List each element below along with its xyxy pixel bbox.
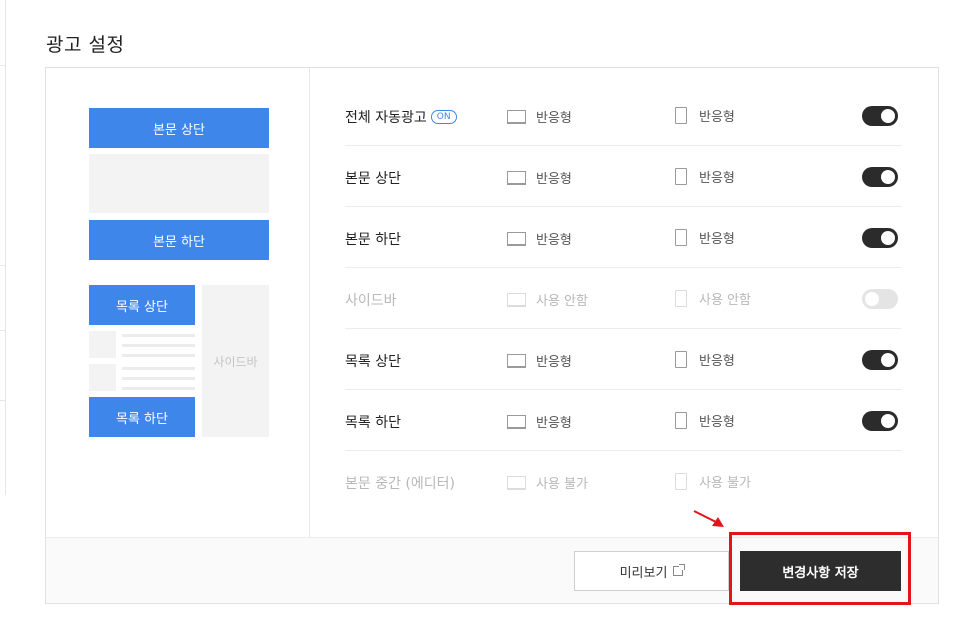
toggle-switch[interactable] — [862, 411, 898, 431]
ad-row-auto: 전체 자동광고 ON 반응형 반응형 — [345, 85, 901, 146]
row-label: 사이드바 — [345, 293, 397, 309]
ad-settings-panel: 본문 상단 본문 하단 목록 상단 목록 하단 사이드바 전체 자동광고 ON … — [45, 67, 939, 604]
row-label: 본문 상단 — [345, 171, 401, 187]
left-edge-divider — [0, 0, 6, 495]
external-link-icon — [673, 564, 686, 576]
phone-icon — [675, 168, 687, 185]
preview-list-line — [122, 334, 195, 337]
mobile-setting[interactable]: 반응형 — [675, 228, 735, 247]
preview-body-top[interactable]: 본문 상단 — [89, 108, 269, 148]
monitor-icon — [507, 231, 526, 246]
phone-icon — [675, 107, 687, 124]
row-label: 목록 상단 — [345, 354, 401, 370]
pc-setting: 사용 불가 — [507, 473, 588, 492]
preview-list-line — [122, 367, 195, 370]
pc-setting[interactable]: 반응형 — [507, 168, 572, 187]
toggle-switch[interactable] — [862, 106, 898, 126]
mobile-setting: 사용 불가 — [675, 472, 751, 491]
row-label: 목록 하단 — [345, 415, 401, 431]
phone-icon — [675, 290, 687, 307]
preview-sidebar: 사이드바 — [202, 285, 269, 437]
preview-list-bottom[interactable]: 목록 하단 — [89, 397, 195, 437]
pc-setting: 사용 안함 — [507, 290, 588, 309]
phone-icon — [675, 229, 687, 246]
monitor-icon — [507, 170, 526, 185]
ad-row-list-top: 목록 상단 반응형 반응형 — [345, 329, 901, 390]
ad-row-body-bottom: 본문 하단 반응형 반응형 — [345, 207, 901, 268]
preview-body-content — [89, 154, 269, 213]
preview-list-thumb — [89, 331, 116, 358]
preview-list-line — [122, 344, 195, 347]
monitor-icon — [507, 475, 526, 490]
pc-setting[interactable]: 반응형 — [507, 412, 572, 431]
phone-icon — [675, 351, 687, 368]
mobile-setting[interactable]: 반응형 — [675, 411, 735, 430]
row-label: 본문 하단 — [345, 232, 401, 248]
preview-list-top[interactable]: 목록 상단 — [89, 285, 195, 325]
ad-row-body-top: 본문 상단 반응형 반응형 — [345, 146, 901, 207]
mobile-setting[interactable]: 반응형 — [675, 106, 735, 125]
monitor-icon — [507, 414, 526, 429]
ad-row-list-bottom: 목록 하단 반응형 반응형 — [345, 390, 901, 451]
row-label: 본문 중간 (에디터) — [345, 476, 455, 492]
ad-row-sidebar: 사이드바 사용 안함 사용 안함 — [345, 268, 901, 329]
ad-slot-list: 전체 자동광고 ON 반응형 반응형 본문 상단 반응형 반응형 본문 하단 반… — [345, 85, 901, 512]
preview-list-line — [122, 387, 195, 390]
monitor-icon — [507, 109, 526, 124]
mobile-setting[interactable]: 반응형 — [675, 350, 735, 369]
pc-setting[interactable]: 반응형 — [507, 351, 572, 370]
highlight-box — [729, 532, 911, 605]
ad-row-editor: 본문 중간 (에디터) 사용 불가 사용 불가 — [345, 451, 901, 512]
layout-preview: 본문 상단 본문 하단 목록 상단 목록 하단 사이드바 — [46, 68, 310, 537]
on-badge: ON — [430, 110, 457, 124]
phone-icon — [675, 412, 687, 429]
arrow-icon — [693, 510, 724, 527]
phone-icon — [675, 473, 687, 490]
preview-button[interactable]: 미리보기 — [574, 551, 729, 591]
preview-list-line — [122, 354, 195, 357]
mobile-setting: 사용 안함 — [675, 289, 751, 308]
monitor-icon — [507, 292, 526, 307]
toggle-switch[interactable] — [862, 350, 898, 370]
row-label: 전체 자동광고 — [345, 110, 427, 126]
toggle-switch[interactable] — [862, 289, 898, 309]
pc-setting[interactable]: 반응형 — [507, 107, 572, 126]
mobile-setting[interactable]: 반응형 — [675, 167, 735, 186]
preview-list-line — [122, 377, 195, 380]
section-title: 광고 설정 — [46, 34, 125, 56]
pc-setting[interactable]: 반응형 — [507, 229, 572, 248]
preview-body-bottom[interactable]: 본문 하단 — [89, 220, 269, 260]
toggle-switch[interactable] — [862, 167, 898, 187]
preview-list-thumb — [89, 364, 116, 391]
monitor-icon — [507, 353, 526, 368]
toggle-switch[interactable] — [862, 228, 898, 248]
